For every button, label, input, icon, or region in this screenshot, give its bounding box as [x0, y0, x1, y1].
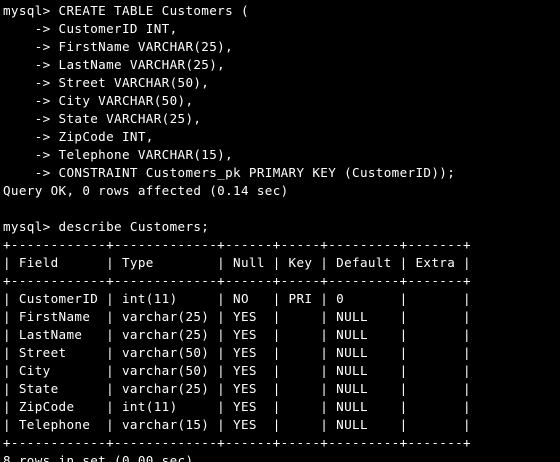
continuation-line: -> LastName VARCHAR(25),	[3, 57, 226, 72]
create-table-line: mysql> CREATE TABLE Customers (	[3, 3, 249, 18]
continuation-line: -> Street VARCHAR(50),	[3, 75, 210, 90]
table-border-middle: +------------+-------------+------+-----…	[3, 273, 471, 288]
continuation-line: -> Telephone VARCHAR(15),	[3, 147, 234, 162]
table-border-top: +------------+-------------+------+-----…	[3, 237, 471, 252]
table-row: | LastName | varchar(25) | YES | | NULL …	[3, 327, 471, 342]
table-row: | Street | varchar(50) | YES | | NULL | …	[3, 345, 471, 360]
continuation-line: -> ZipCode INT,	[3, 129, 154, 144]
continuation-line: -> City VARCHAR(50),	[3, 93, 194, 108]
table-header-row: | Field | Type | Null | Key | Default | …	[3, 255, 471, 270]
table-row: | Telephone | varchar(15) | YES | | NULL…	[3, 417, 471, 432]
continuation-line: -> CONSTRAINT Customers_pk PRIMARY KEY (…	[3, 165, 456, 180]
terminal-window[interactable]: mysql> CREATE TABLE Customers ( -> Custo…	[0, 0, 560, 462]
describe-result-line: 8 rows in set (0.00 sec)	[3, 453, 194, 462]
table-row: | CustomerID | int(11) | NO | PRI | 0 | …	[3, 291, 471, 306]
continuation-line: -> State VARCHAR(25),	[3, 111, 202, 126]
continuation-line: -> CustomerID INT,	[3, 21, 178, 36]
query-result-line: Query OK, 0 rows affected (0.14 sec)	[3, 183, 289, 198]
table-row: | FirstName | varchar(25) | YES | | NULL…	[3, 309, 471, 324]
describe-command-line: mysql> describe Customers;	[3, 219, 210, 234]
table-row: | ZipCode | int(11) | YES | | NULL | |	[3, 399, 471, 414]
table-row: | City | varchar(50) | YES | | NULL | |	[3, 363, 471, 378]
table-row: | State | varchar(25) | YES | | NULL | |	[3, 381, 471, 396]
table-border-bottom: +------------+-------------+------+-----…	[3, 435, 471, 450]
continuation-line: -> FirstName VARCHAR(25),	[3, 39, 234, 54]
